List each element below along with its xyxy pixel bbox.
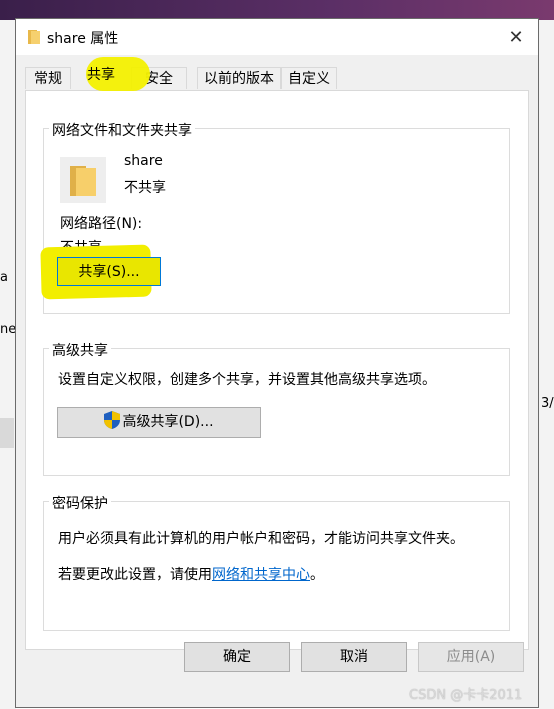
close-icon: ✕ <box>508 26 524 48</box>
folder-icon <box>70 166 96 196</box>
close-button[interactable]: ✕ <box>494 19 538 55</box>
change-setting-text: 若要更改此设置，请使用网络和共享中心。 <box>58 567 324 583</box>
network-path-label: 网络路径(N): <box>60 216 143 232</box>
tab-general[interactable]: 常规 <box>25 67 71 89</box>
title-bar[interactable]: share 属性 ✕ <box>16 19 538 55</box>
tab-sharing[interactable]: 共享 <box>70 63 132 90</box>
group-title: 密码保护 <box>49 493 111 513</box>
background-text: a <box>0 270 8 285</box>
background-selection-strip <box>0 418 14 448</box>
password-protection-group: 密码保护 用户必须具有此计算机的用户帐户和密码，才能访问共享文件夹。 若要更改此… <box>43 493 510 631</box>
group-title: 网络文件和文件夹共享 <box>49 120 195 140</box>
folder-name: share <box>124 153 163 169</box>
tab-customize[interactable]: 自定义 <box>281 67 337 89</box>
share-button[interactable]: 共享(S)... <box>57 257 161 286</box>
apply-button[interactable]: 应用(A) <box>418 642 524 672</box>
cancel-button[interactable]: 取消 <box>301 642 407 672</box>
network-sharing-center-link[interactable]: 网络和共享中心 <box>212 567 310 583</box>
background-text: ne <box>0 322 17 337</box>
advanced-description: 设置自定义权限，创建多个共享，并设置其他高级共享选项。 <box>58 372 436 388</box>
sharing-page: 网络文件和文件夹共享 share 不共享 网络路径(N): 不共享 高级共享 设… <box>25 90 529 650</box>
background-window-left: a ne <box>0 20 16 709</box>
advanced-sharing-button[interactable]: 高级共享(D)... <box>57 407 261 438</box>
window-title: share 属性 <box>47 31 119 47</box>
watermark: CSDN @卡卡2011 <box>409 688 523 703</box>
background-window-right: 3/1 <box>539 20 554 709</box>
background-text: 3/1 <box>541 396 554 411</box>
folder-icon <box>27 29 41 45</box>
group-title: 高级共享 <box>49 340 111 360</box>
tab-previous-versions[interactable]: 以前的版本 <box>197 67 281 89</box>
ok-button[interactable]: 确定 <box>184 642 290 672</box>
folder-share-status: 不共享 <box>124 180 166 196</box>
desktop-background-top <box>0 0 554 20</box>
properties-dialog: share 属性 ✕ 常规 共享 安全 以前的版本 自定义 网络文件和文件夹共享… <box>15 18 539 708</box>
password-description: 用户必须具有此计算机的用户帐户和密码，才能访问共享文件夹。 <box>58 531 464 547</box>
folder-thumbnail <box>60 157 106 203</box>
shield-icon <box>104 411 121 429</box>
